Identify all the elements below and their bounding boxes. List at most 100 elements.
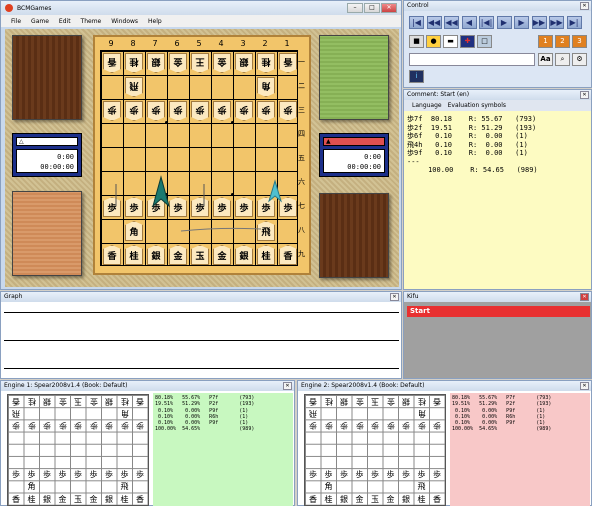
engine-1-eval: 80.18% 55.67% P7f (793) 19.51% 51.29% P2f…: [153, 393, 293, 506]
engine-2-panel: Engine 2: Spear2008v1.4 (Book: Default) …: [297, 380, 592, 506]
mini-piece: 角: [417, 409, 426, 419]
nav-button-7[interactable]: ▶▶: [531, 16, 547, 29]
engine-1-title: Engine 1: Spear2008v1.4 (Book: Default): [4, 382, 128, 389]
file-label: 4: [218, 39, 224, 48]
graph-title: Graph: [4, 293, 23, 300]
sente-clock: ▲ 0:00 00:00:00: [319, 133, 389, 177]
nav-button-8[interactable]: ▶▶: [549, 16, 564, 29]
nav-button-2[interactable]: ◀◀: [444, 16, 459, 29]
shogi-board[interactable]: 9 8 7 6 5 4 3 2 1 一二三四五六七八九 香歩歩香桂歩歩桂銀歩歩銀金歩歩金王歩歩玉…: [93, 35, 311, 275]
comment-panel: Comment: Start (en) ✕ Language Evaluatio…: [403, 89, 592, 290]
font-button[interactable]: Aa: [538, 53, 553, 66]
nav-button-1[interactable]: ◀◀: [426, 16, 442, 29]
main-window: BCMGames – □ ✕ File Game Edit Theme Wind…: [0, 0, 402, 290]
nav-button-5[interactable]: ▶: [496, 16, 512, 29]
rank-label: 三: [298, 106, 305, 114]
menu-edit[interactable]: Edit: [59, 18, 71, 25]
menu-game[interactable]: Game: [31, 18, 49, 25]
gote-piece-stand[interactable]: [12, 35, 82, 120]
kifu-panel: Kifu ✕ Start: [403, 291, 592, 379]
kifu-entry-start[interactable]: Start: [407, 306, 590, 317]
candidate-arrow-2f: [268, 179, 282, 203]
gote-time-1: 0:00: [57, 153, 74, 161]
kifu-close-button[interactable]: ✕: [580, 293, 589, 301]
nav-button-9[interactable]: ▶|: [566, 16, 582, 29]
mini-piece: 香: [433, 397, 441, 406]
mini-piece: 歩: [386, 470, 395, 480]
file-label: 7: [152, 39, 158, 48]
mini-piece: 金: [386, 397, 395, 406]
maximize-button[interactable]: □: [364, 3, 380, 13]
rank-label: 二: [298, 82, 305, 90]
engine-1-close-button[interactable]: ✕: [283, 382, 292, 390]
language-flag-button[interactable]: ✚: [460, 35, 475, 48]
kifu-title: Kifu: [407, 293, 419, 300]
menu-help[interactable]: Help: [148, 18, 162, 25]
mini-piece: 銀: [105, 397, 113, 406]
mini-piece: 歩: [12, 470, 20, 480]
sente-piece-stand[interactable]: [319, 193, 389, 278]
move-input[interactable]: [409, 53, 535, 66]
settings-icon[interactable]: ⚙: [572, 53, 587, 66]
menu-windows[interactable]: Windows: [111, 18, 138, 25]
mini-piece: 銀: [43, 397, 51, 406]
mini-piece: 銀: [105, 494, 113, 504]
engine-2-close-button[interactable]: ✕: [580, 382, 589, 390]
bottom-left-stand[interactable]: [12, 191, 82, 276]
mini-piece: 香: [136, 494, 144, 504]
control-panel: Control ✕ |◀ ◀◀ ◀◀ ◀ |◀| ▶ ▶ ▶▶ ▶▶ ▶| ■ ● ▬ ✚ □ 1…: [403, 0, 592, 88]
info-icon[interactable]: i: [409, 70, 424, 83]
board-grid[interactable]: 香歩歩香桂歩歩桂銀歩歩銀金歩歩金王歩歩玉金歩歩金銀歩歩銀桂歩歩桂香歩歩香飛角角飛: [100, 50, 298, 266]
tab-language[interactable]: Language: [412, 100, 442, 111]
rank-label: 五: [298, 154, 305, 162]
file-label: 1: [284, 39, 290, 48]
engine-1-title-bar: Engine 1: Spear2008v1.4 (Book: Default) …: [1, 381, 294, 391]
graph-zero-line: [4, 340, 399, 341]
control-close-button[interactable]: ✕: [580, 2, 589, 10]
comment-close-button[interactable]: ✕: [580, 91, 589, 99]
window-title: BCMGames: [17, 4, 52, 12]
mini-piece: 歩: [355, 421, 364, 431]
candidate-arrow-7f: [152, 175, 170, 208]
mini-piece: 金: [58, 397, 67, 406]
page-2-button[interactable]: 2: [555, 35, 570, 48]
zoom-icon[interactable]: ⌕: [555, 53, 570, 66]
mini-piece: 銀: [340, 494, 348, 504]
page-3-button[interactable]: 3: [572, 35, 587, 48]
top-right-stand[interactable]: [319, 35, 389, 120]
menu-theme[interactable]: Theme: [81, 18, 102, 25]
mini-piece: 飛: [120, 482, 129, 492]
gote-clock: △ 0:00 00:00:00: [12, 133, 82, 177]
engine-button[interactable]: ●: [426, 35, 441, 48]
minimize-button[interactable]: –: [347, 3, 363, 13]
tab-evaluation-symbols[interactable]: Evaluation symbols: [448, 100, 506, 111]
mini-piece: 角: [120, 409, 129, 419]
mini-piece: 歩: [58, 470, 67, 480]
file-label: 5: [196, 39, 202, 48]
mini-piece: 歩: [417, 470, 426, 480]
blank-button[interactable]: □: [477, 35, 492, 48]
gote-marker: △: [19, 138, 24, 145]
mini-piece: 桂: [120, 494, 129, 504]
line-button[interactable]: ▬: [443, 35, 458, 48]
graph-close-button[interactable]: ✕: [390, 293, 399, 301]
engine-1-mini-board: 香桂銀金玉金銀桂香飛角歩歩歩歩歩歩歩歩歩歩歩歩歩歩歩歩歩歩角飛香桂銀金玉金銀桂香: [7, 394, 149, 506]
control-title-bar: Control ✕: [404, 1, 591, 11]
close-button[interactable]: ✕: [381, 3, 397, 13]
mini-piece: 香: [309, 397, 317, 406]
file-label: 3: [240, 39, 246, 48]
sente-clock-display: 0:00 00:00:00: [323, 149, 385, 173]
mini-piece: 歩: [355, 470, 364, 480]
page-1-button[interactable]: 1: [538, 35, 553, 48]
nav-button-4[interactable]: |◀|: [479, 16, 494, 29]
nav-button-6[interactable]: ▶: [514, 16, 529, 29]
mini-piece: 金: [89, 494, 98, 504]
graph-panel: Graph ✕: [0, 291, 402, 379]
mini-piece: 歩: [27, 421, 36, 431]
flip-board-button[interactable]: ■: [409, 35, 424, 48]
rank-label: 六: [298, 178, 305, 186]
engine-2-mini-board: 香桂銀金玉金銀桂香飛角歩歩歩歩歩歩歩歩歩歩歩歩歩歩歩歩歩歩角飛香桂銀金玉金銀桂香: [304, 394, 446, 506]
nav-button-3[interactable]: ◀: [461, 16, 477, 29]
nav-button-0[interactable]: |◀: [409, 16, 424, 29]
menu-file[interactable]: File: [11, 18, 21, 25]
